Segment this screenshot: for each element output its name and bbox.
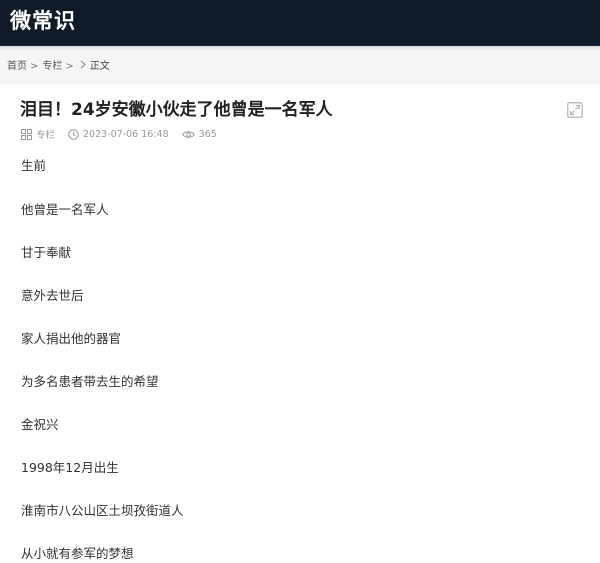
article-meta: 专栏 2023-07-06 16:48 365 (21, 127, 230, 141)
article-paragraph: 甘于奉献 (21, 245, 72, 260)
breadcrumb-current: 正文 (89, 61, 110, 72)
breadcrumb-separator-icon: > (65, 61, 74, 72)
meta-datetime-text: 2023-07-06 16:48 (83, 128, 169, 140)
meta-views: 365 (181, 128, 217, 140)
article-card (0, 84, 600, 563)
article-paragraph: 金祝兴 (21, 417, 59, 432)
breadcrumb-home-link[interactable]: 首页 (7, 60, 27, 74)
article-paragraph: 从小就有参军的梦想 (21, 546, 134, 561)
article-paragraph: 1998年12月出生 (21, 460, 119, 475)
meta-category[interactable]: 专栏 (21, 127, 55, 141)
article-paragraph: 家人捐出他的器官 (21, 331, 122, 346)
site-logo[interactable]: 微常识 (10, 7, 76, 35)
meta-category-label: 专栏 (36, 130, 56, 141)
expand-icon[interactable] (567, 102, 583, 118)
breadcrumb-chevron-icon (80, 60, 86, 74)
meta-views-count: 365 (198, 128, 217, 140)
breadcrumb-column-link[interactable]: 专栏 (42, 60, 62, 74)
breadcrumb-separator-icon: > (30, 61, 39, 72)
article-paragraph: 淮南市八公山区土坝孜街道人 (21, 503, 184, 518)
clock-icon (68, 128, 79, 140)
top-header-bar: 微常识 (0, 0, 600, 46)
article-title: 泪目！24岁安徽小伙走了他曾是一名军人 (20, 100, 333, 120)
article-paragraph: 生前 (21, 158, 47, 173)
breadcrumb: 首页 > 专栏 > 正文 (7, 60, 110, 74)
grid-icon (21, 128, 32, 140)
article-paragraph: 他曾是一名军人 (21, 202, 109, 217)
article-paragraph: 意外去世后 (21, 288, 84, 303)
article-paragraph: 为多名患者带去生的希望 (21, 374, 159, 389)
meta-datetime: 2023-07-06 16:48 (68, 129, 169, 140)
eye-icon (181, 129, 195, 140)
